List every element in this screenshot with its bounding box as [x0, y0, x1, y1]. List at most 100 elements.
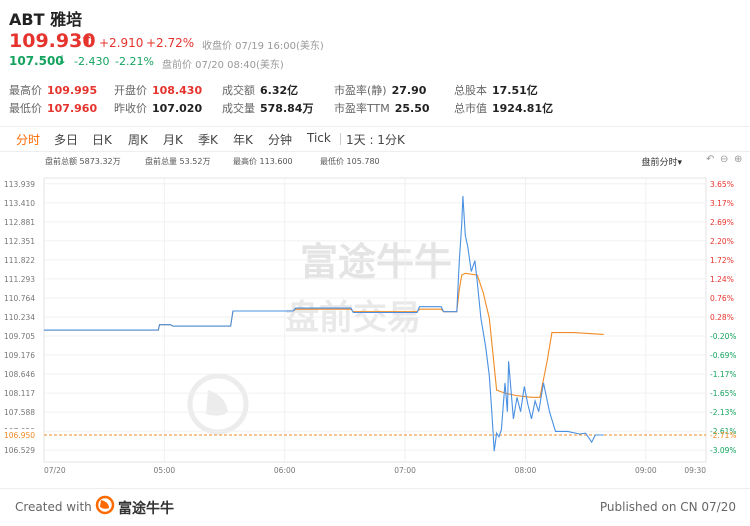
stat-open: 开盘价 108.430 — [114, 82, 202, 98]
y-tick-label: 108.646 — [4, 370, 35, 379]
published-date: Published on CN 07/20 — [599, 500, 736, 514]
x-tick-label: 07:00 — [394, 466, 416, 475]
chevron-down-icon: ▾ — [677, 158, 682, 168]
stat-value: 578.84万 — [260, 102, 314, 115]
y-tick-pct-label: 0.28% — [710, 313, 734, 322]
y-tick-pct-label: -1.65% — [710, 389, 737, 398]
stat-value: 109.995 — [47, 84, 98, 97]
y-tick-label: 112.351 — [4, 237, 35, 246]
tab-multiday[interactable]: 多日 — [54, 131, 78, 148]
stat-label: 总市值 — [454, 102, 487, 115]
y-tick-pct-label: 1.72% — [710, 256, 734, 265]
y-tick-label: 113.410 — [4, 199, 35, 208]
quote-header: ABT 雅培 109.930 ⬆ +2.910 +2.72% 收盘价 07/19… — [0, 0, 750, 126]
premarket-volume: 盘前总量 53.52万 — [145, 157, 211, 166]
tab-intraday[interactable]: 分时 — [16, 131, 40, 148]
y-tick-pct-label: 1.24% — [710, 275, 734, 284]
tab-minute[interactable]: 分钟 — [268, 131, 292, 148]
stat-label: 总股本 — [454, 84, 487, 97]
tab-daily-k[interactable]: 日K — [92, 131, 112, 148]
stat-low: 最低价 107.960 — [9, 100, 97, 116]
y-tick-label: 107.588 — [4, 408, 35, 417]
y-tick-pct-label: 0.76% — [710, 294, 734, 303]
intraday-chart[interactable]: 富途牛牛 盘前交易 113.939113.410112.881112.35111… — [0, 172, 750, 488]
x-tick-label: 05:00 — [154, 466, 176, 475]
stat-label: 成交量 — [222, 102, 255, 115]
stat-high: 最高价 109.995 — [9, 82, 97, 98]
y-tick-pct-label: 3.17% — [710, 199, 734, 208]
y-tick-label: 110.234 — [4, 313, 35, 322]
y-tick-pct-label: -0.20% — [710, 332, 737, 341]
price-change-pct: +2.72% — [146, 36, 195, 50]
tab-quarterly-k[interactable]: 季K — [198, 131, 218, 148]
stock-title: ABT 雅培 — [9, 10, 83, 29]
tab-yearly-k[interactable]: 年K — [233, 131, 253, 148]
stat-volume: 成交量 578.84万 — [222, 100, 313, 116]
down-arrow-icon: ↓ — [57, 53, 68, 67]
y-tick-label: 111.822 — [4, 256, 35, 265]
futu-logo-icon — [95, 495, 115, 515]
tab-monthly-k[interactable]: 月K — [163, 131, 183, 148]
stat-market-cap: 总市值 1924.81亿 — [454, 100, 553, 116]
x-tick-label: 08:00 — [515, 466, 537, 475]
stat-label: 市盈率TTM — [334, 102, 390, 115]
premarket-status: 盘前价 07/20 08:40(美东) — [162, 60, 284, 71]
watermark-subtitle: 盘前交易 — [285, 298, 421, 338]
stat-value: 1924.81亿 — [492, 102, 554, 115]
premarket-change: -2.430 — [74, 55, 110, 68]
zoom-in-icon[interactable]: ⊕ — [734, 154, 742, 165]
y-tick-label: 109.176 — [4, 351, 35, 360]
ref-pct-label: -2.71% — [710, 431, 737, 440]
y-tick-label: 111.293 — [4, 275, 35, 284]
chart-mode-select[interactable]: 盘前分时▾ — [641, 155, 682, 168]
stat-value: 107.960 — [47, 102, 98, 115]
undo-icon[interactable]: ↶ — [706, 154, 714, 165]
y-tick-pct-label: -2.13% — [710, 408, 737, 417]
stat-pe-static: 市盈率(静) 27.90 — [334, 82, 426, 98]
tab-tick[interactable]: Tick — [307, 131, 331, 145]
stat-value: 6.32亿 — [260, 84, 299, 97]
y-axis-right: 3.65% 3.17% 2.69% 2.20% 1.72% 1.24% 0.76% 0.28%… — [710, 180, 737, 455]
footer: Created with 富途牛牛 Published on CN 07/20 — [0, 488, 750, 526]
stat-value: 107.020 — [152, 102, 203, 115]
y-tick-pct-label: -3.09% — [710, 446, 737, 455]
y-tick-pct-label: 3.65% — [710, 180, 734, 189]
tab-weekly-k[interactable]: 周K — [128, 131, 148, 148]
stat-value: 27.90 — [391, 84, 427, 97]
x-tick-label: 09:30 — [684, 466, 706, 475]
y-tick-label: 110.764 — [4, 294, 35, 303]
stat-label: 最高价 — [9, 84, 42, 97]
stat-value: 25.50 — [394, 102, 430, 115]
zoom-out-icon[interactable]: ⊖ — [720, 154, 728, 165]
created-with-label: Created with — [15, 500, 92, 514]
x-tick-label: 06:00 — [274, 466, 296, 475]
close-status: 收盘价 07/19 16:00(美东) — [202, 41, 324, 52]
tab-interval-select[interactable]: 1天 : 1分K — [346, 131, 405, 148]
stat-label: 市盈率(静) — [334, 84, 387, 97]
stat-value: 108.430 — [152, 84, 203, 97]
y-axis-left: 113.939 113.410 112.881 112.351 111.822 111.2… — [4, 180, 35, 455]
stat-prev-close: 昨收价 107.020 — [114, 100, 202, 116]
chart-summary: 盘前总额 5873.32万 盘前总量 53.52万 最高价 113.600 最低… — [0, 152, 750, 172]
stat-value: 17.51亿 — [492, 84, 538, 97]
stat-label: 开盘价 — [114, 84, 147, 97]
y-tick-label: 106.529 — [4, 446, 35, 455]
y-tick-label: 108.117 — [4, 389, 35, 398]
ref-price-label: 106.950 — [4, 431, 35, 440]
premarket-change-pct: -2.21% — [115, 55, 154, 68]
watermark-brand: 富途牛牛 — [300, 240, 452, 284]
premarket-high: 最高价 113.600 — [233, 157, 293, 166]
up-arrow-icon: ⬆ — [80, 31, 94, 50]
price-change: +2.910 — [99, 36, 144, 50]
stat-pe-ttm: 市盈率TTM 25.50 — [334, 100, 430, 116]
premarket-low: 最低价 105.780 — [320, 157, 380, 166]
premarket-turnover: 盘前总额 5873.32万 — [45, 157, 121, 166]
futu-brand-name: 富途牛牛 — [118, 501, 174, 517]
stat-shares: 总股本 17.51亿 — [454, 82, 538, 98]
stat-label: 成交额 — [222, 84, 255, 97]
y-tick-pct-label: -1.17% — [710, 370, 737, 379]
y-tick-pct-label: -0.69% — [710, 351, 737, 360]
y-tick-label: 112.881 — [4, 218, 35, 227]
stat-label: 最低价 — [9, 102, 42, 115]
stat-label: 昨收价 — [114, 102, 147, 115]
